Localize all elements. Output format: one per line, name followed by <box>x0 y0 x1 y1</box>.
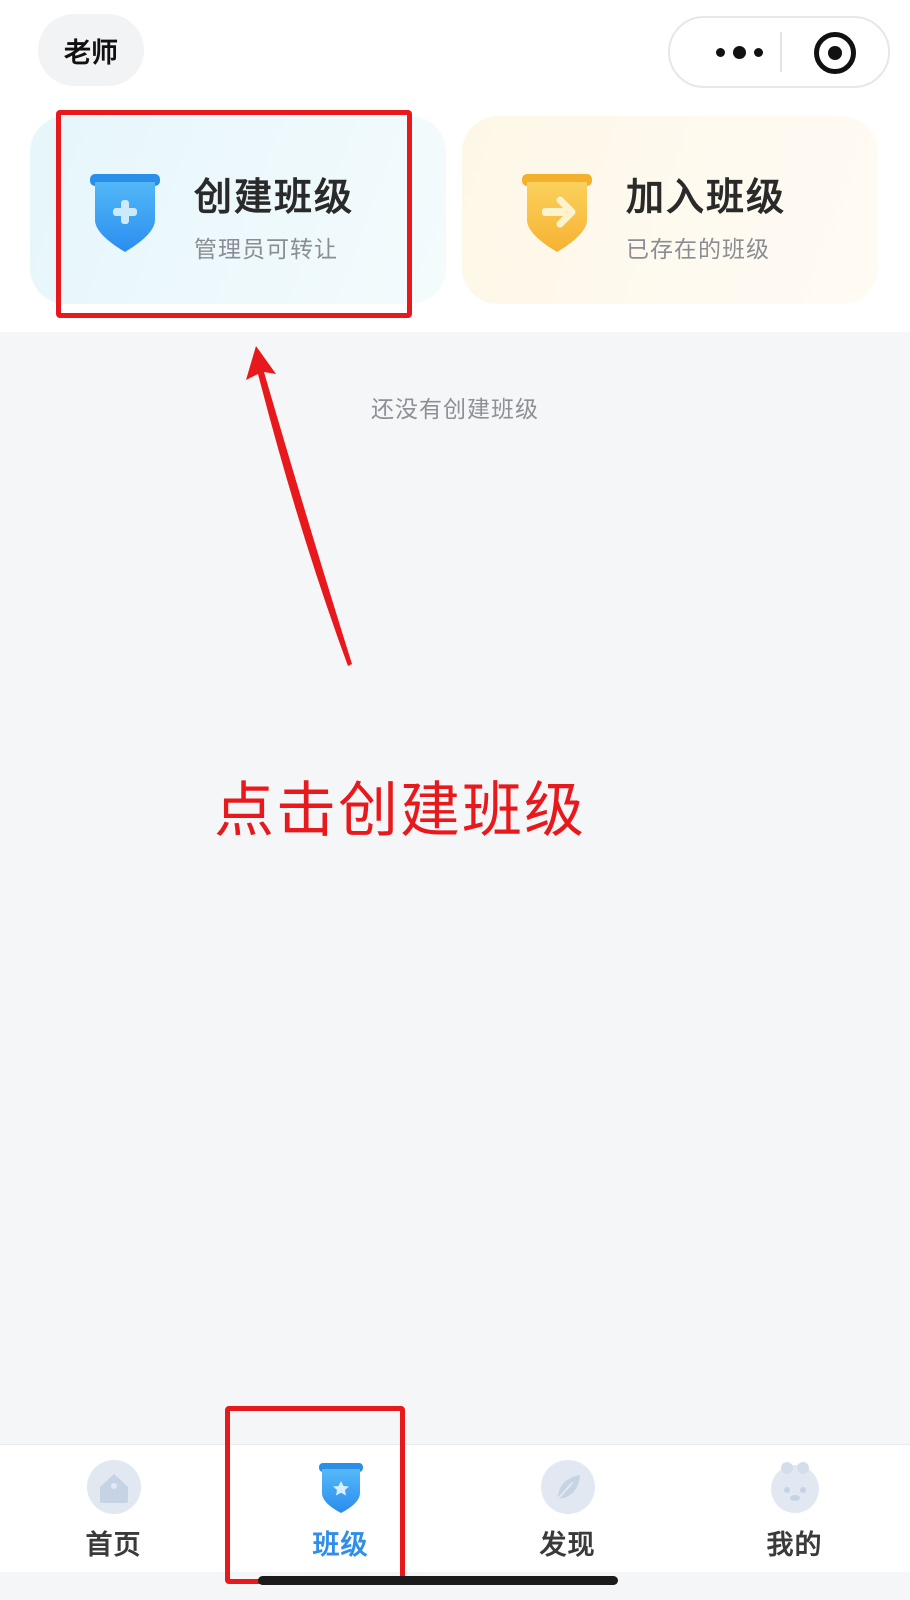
tab-home[interactable]: 首页 <box>0 1445 227 1573</box>
role-switch-button[interactable]: 老师 <box>38 14 144 86</box>
role-label: 老师 <box>64 37 118 69</box>
join-class-title: 加入班级 <box>626 175 787 219</box>
annotation-arrow <box>246 346 352 666</box>
bottom-tab-bar: 首页 班级 发现 我的 <box>0 1444 910 1572</box>
capsule-divider <box>780 32 782 72</box>
home-indicator <box>258 1576 618 1585</box>
annotation-instruction: 点击创建班级 <box>214 776 586 846</box>
target-circle-icon[interactable] <box>814 32 856 74</box>
shield-arrow-icon <box>522 174 592 252</box>
annotation-highlight-class-tab <box>225 1406 405 1584</box>
join-class-card[interactable]: 加入班级 已存在的班级 <box>462 116 878 304</box>
home-icon <box>87 1460 141 1514</box>
more-dots-icon[interactable] <box>696 18 782 86</box>
tab-profile[interactable]: 我的 <box>681 1445 908 1573</box>
profile-avatar-icon <box>771 1462 819 1513</box>
tab-home-label: 首页 <box>85 1530 142 1561</box>
empty-state-text: 还没有创建班级 <box>371 397 539 423</box>
annotation-highlight-create <box>56 110 412 318</box>
discover-leaf-icon <box>541 1460 595 1514</box>
tab-discover-label: 发现 <box>539 1530 596 1561</box>
tab-discover[interactable]: 发现 <box>454 1445 681 1573</box>
tab-profile-label: 我的 <box>766 1530 823 1561</box>
join-class-subtitle: 已存在的班级 <box>626 237 770 263</box>
miniprogram-capsule <box>668 16 890 88</box>
